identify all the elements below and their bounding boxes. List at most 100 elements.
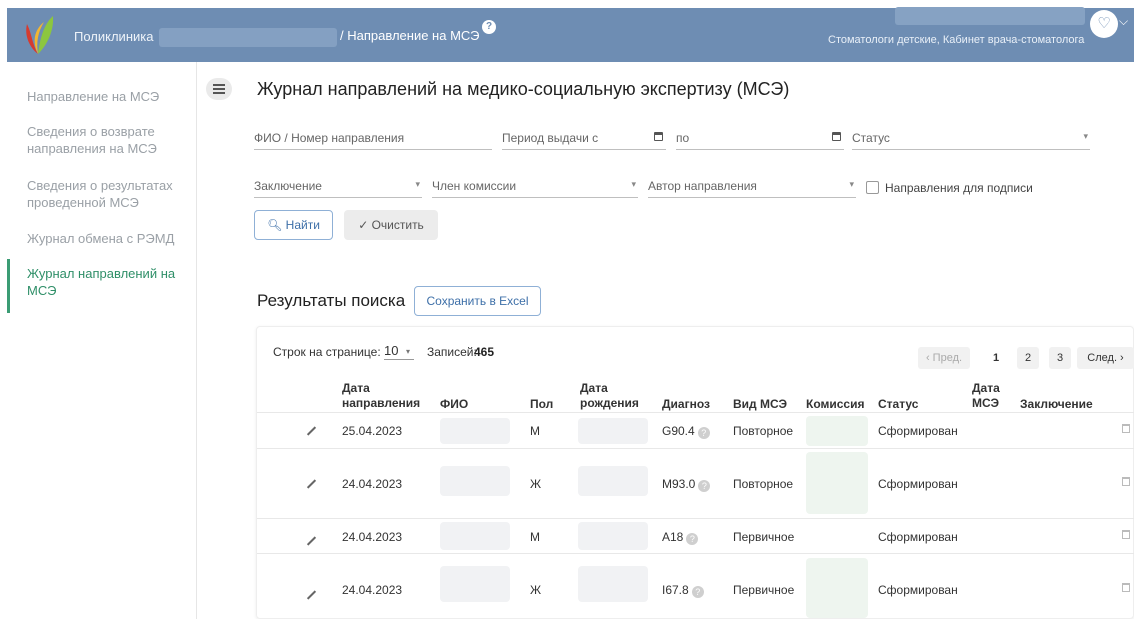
author-select-placeholder: Автор направления bbox=[648, 179, 757, 193]
for-signing-label[interactable]: Направления для подписи bbox=[885, 181, 1033, 195]
period-to-input[interactable]: по bbox=[676, 128, 844, 150]
sidebar-item-return-info[interactable]: Сведения о возврате направления на МСЭ bbox=[7, 123, 195, 157]
pagination-page-button[interactable]: 1 bbox=[985, 347, 1007, 369]
sidebar-item-results-info[interactable]: Сведения о результатах проведенной МСЭ bbox=[7, 177, 195, 211]
results-table-card bbox=[256, 326, 1134, 619]
sidebar-item-referral-journal[interactable]: Журнал направлений на МСЭ bbox=[7, 259, 195, 313]
breadcrumb[interactable]: / Направление на МСЭ bbox=[340, 28, 479, 43]
rows-per-page-label: Строк на странице: bbox=[273, 345, 381, 359]
pagination-prev-button[interactable]: ‹ Пред. bbox=[918, 347, 970, 369]
table-cell-status: Сформирован bbox=[878, 477, 958, 491]
page-title: Журнал направлений на медико-социальную … bbox=[257, 79, 790, 99]
sidebar-item-mse-referral[interactable]: Направление на МСЭ bbox=[7, 88, 195, 105]
col-header-birth[interactable]: Дата рождения bbox=[580, 381, 640, 411]
col-header-diagnosis[interactable]: Диагноз bbox=[662, 397, 710, 412]
table-cell-date: 24.04.2023 bbox=[342, 583, 403, 597]
chevron-down-icon: ▾ bbox=[415, 179, 420, 189]
calendar-icon[interactable] bbox=[654, 132, 663, 141]
calendar-icon[interactable] bbox=[832, 132, 841, 141]
table-row bbox=[257, 448, 1134, 449]
table-cell-status: Сформирован bbox=[878, 583, 958, 597]
save-excel-button[interactable]: Сохранить в Excel bbox=[414, 286, 541, 316]
birthdate-redacted bbox=[578, 466, 648, 496]
commission-member-select[interactable]: Член комиссии ▾ bbox=[432, 176, 638, 198]
fio-input-placeholder: ФИО / Номер направления bbox=[254, 131, 405, 145]
conclusion-select-placeholder: Заключение bbox=[254, 179, 322, 193]
user-name-redacted bbox=[895, 7, 1085, 25]
col-header-conclusion[interactable]: Заключение bbox=[1020, 397, 1093, 412]
chevron-down-icon[interactable]: ▾ bbox=[406, 347, 410, 356]
table-cell-mse-type: Первичное bbox=[733, 583, 795, 597]
commission-member-placeholder: Член комиссии bbox=[432, 179, 517, 193]
author-select[interactable]: Автор направления ▾ bbox=[648, 176, 856, 198]
col-header-status[interactable]: Статус bbox=[878, 397, 918, 412]
chevron-down-icon: ▾ bbox=[1083, 131, 1088, 141]
find-button[interactable]: 🔍︎ Найти bbox=[254, 210, 333, 240]
info-icon[interactable]: ? bbox=[691, 586, 704, 598]
trash-icon[interactable] bbox=[1122, 530, 1130, 539]
table-cell-mse-type: Повторное bbox=[733, 477, 794, 491]
table-cell-date: 24.04.2023 bbox=[342, 530, 403, 544]
pagination-page-button[interactable]: 2 bbox=[1017, 347, 1039, 369]
brand-name: Поликлиника bbox=[74, 29, 154, 44]
period-from-placeholder: Период выдачи с bbox=[502, 131, 599, 145]
fio-redacted bbox=[440, 418, 510, 444]
table-cell-date: 24.04.2023 bbox=[342, 477, 403, 491]
table-cell-status: Сформирован bbox=[878, 424, 958, 438]
fio-redacted bbox=[440, 522, 510, 550]
for-signing-checkbox[interactable] bbox=[866, 181, 879, 194]
fio-redacted bbox=[440, 466, 510, 496]
birthdate-redacted bbox=[578, 566, 648, 602]
table-cell-date: 25.04.2023 bbox=[342, 424, 403, 438]
col-header-sex[interactable]: Пол bbox=[530, 397, 553, 412]
organization-name-redacted bbox=[159, 28, 337, 47]
trash-icon[interactable] bbox=[1122, 424, 1130, 433]
chevron-down-icon: ▾ bbox=[849, 179, 854, 189]
table-cell-mse-type: Первичное bbox=[733, 530, 795, 544]
clear-button[interactable]: ✓ Очистить bbox=[344, 210, 438, 240]
clinic-logo-icon bbox=[26, 16, 54, 54]
fio-input[interactable]: ФИО / Номер направления bbox=[254, 128, 492, 150]
records-count: 465 bbox=[474, 345, 495, 359]
question-circle-icon[interactable]: ? bbox=[482, 20, 496, 34]
diagnosis-code: I67.8 bbox=[662, 583, 689, 597]
diagnosis-code: G90.4 bbox=[662, 424, 695, 438]
info-icon[interactable]: ? bbox=[698, 480, 711, 492]
diagnosis-code: A18 bbox=[662, 530, 684, 544]
col-header-mse-date[interactable]: Дата МСЭ bbox=[972, 381, 1004, 411]
info-icon[interactable]: ? bbox=[686, 533, 699, 545]
diagnosis-code: M93.0 bbox=[662, 477, 696, 491]
chevron-down-icon[interactable]: ⌵ bbox=[1119, 14, 1128, 29]
table-cell-sex: Ж bbox=[530, 583, 542, 597]
table-cell-status: Сформирован bbox=[878, 530, 958, 544]
commission-redacted bbox=[806, 558, 868, 618]
sidebar: Направление на МСЭ Сведения о возврате н… bbox=[7, 62, 197, 619]
table-cell-diagnosis: A18? bbox=[662, 530, 699, 545]
period-from-input[interactable]: Период выдачи с bbox=[502, 128, 666, 150]
table-cell-diagnosis: I67.8? bbox=[662, 583, 704, 598]
trash-icon[interactable] bbox=[1122, 583, 1130, 592]
status-select-placeholder: Статус bbox=[852, 131, 890, 145]
stethoscope-icon[interactable]: ♡ bbox=[1090, 10, 1118, 38]
table-divider bbox=[257, 412, 1134, 413]
commission-redacted bbox=[806, 416, 868, 446]
col-header-commission[interactable]: Комиссия bbox=[806, 397, 864, 412]
col-header-mse-type[interactable]: Вид МСЭ bbox=[733, 397, 787, 412]
sidebar-item-remd-log[interactable]: Журнал обмена с РЭМД bbox=[7, 230, 195, 247]
department-label: Стоматологи детские, Кабинет врача-стома… bbox=[828, 34, 1085, 46]
pagination-page-button[interactable]: 3 bbox=[1049, 347, 1071, 369]
table-cell-diagnosis: M93.0? bbox=[662, 477, 711, 492]
conclusion-select[interactable]: Заключение ▾ bbox=[254, 176, 422, 198]
trash-icon[interactable] bbox=[1122, 477, 1130, 486]
pagination-next-button[interactable]: След. › bbox=[1077, 347, 1134, 369]
table-row bbox=[257, 518, 1134, 519]
table-cell-sex: М bbox=[530, 530, 540, 544]
col-header-fio[interactable]: ФИО bbox=[440, 397, 468, 412]
commission-redacted bbox=[806, 452, 868, 514]
status-select[interactable]: Статус ▾ bbox=[852, 128, 1090, 150]
col-header-date[interactable]: Дата направления bbox=[342, 381, 420, 411]
birthdate-redacted bbox=[578, 418, 648, 444]
hamburger-menu-icon[interactable] bbox=[206, 78, 232, 100]
period-to-placeholder: по bbox=[676, 131, 690, 145]
info-icon[interactable]: ? bbox=[697, 427, 710, 439]
